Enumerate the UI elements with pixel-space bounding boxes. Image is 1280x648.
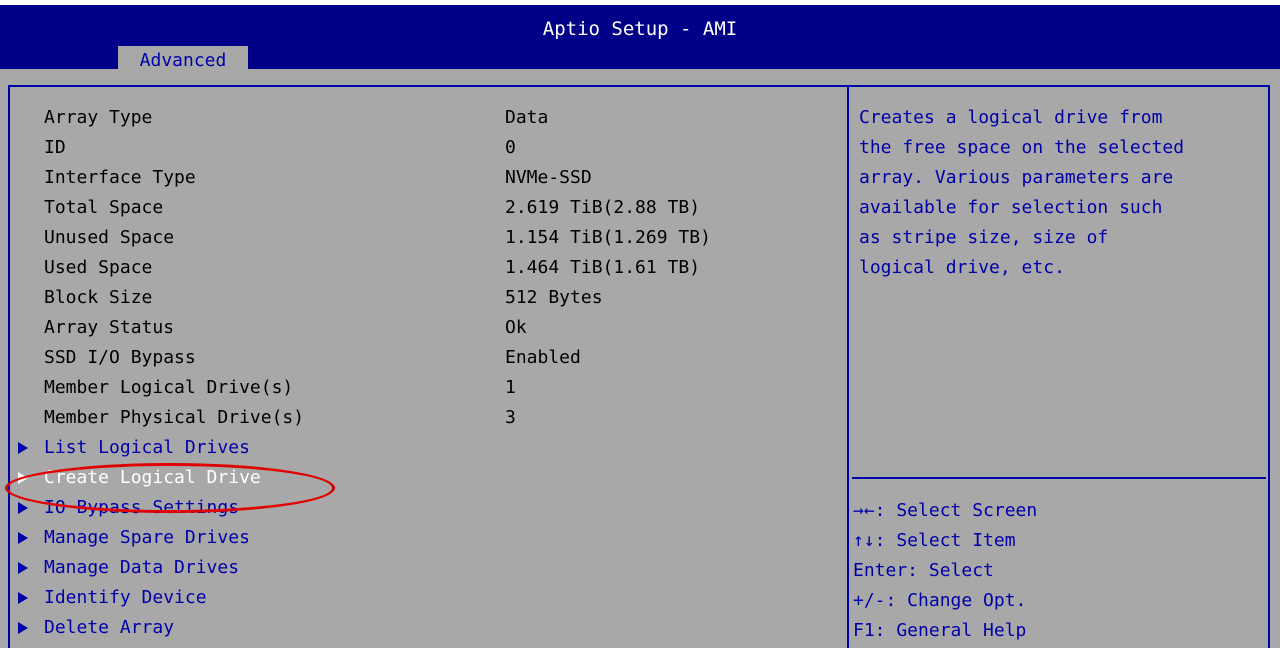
info-label: SSD I/O Bypass <box>44 347 196 368</box>
bios-screen: Aptio Setup - AMI Advanced Array Type Da… <box>0 0 1280 648</box>
panel-divider <box>847 85 849 648</box>
menu-item-label: Delete Array <box>44 617 175 638</box>
info-label: ID <box>44 137 66 158</box>
submenu-arrow-icon <box>18 622 28 634</box>
info-row-ssd-io-bypass: SSD I/O Bypass Enabled <box>0 343 840 373</box>
info-row-member-logical: Member Logical Drive(s) 1 <box>0 373 840 403</box>
info-value: 1.154 TiB(1.269 TB) <box>505 227 711 248</box>
info-row-array-type: Array Type Data <box>0 103 840 133</box>
info-value: 1.464 TiB(1.61 TB) <box>505 257 701 278</box>
submenu-arrow-icon <box>18 562 28 574</box>
info-label: Total Space <box>44 197 164 218</box>
window-title: Aptio Setup - AMI <box>542 18 738 40</box>
submenu-arrow-icon <box>18 592 28 604</box>
menu-item-list-logical-drives[interactable]: List Logical Drives <box>18 433 838 463</box>
annotation-ellipse <box>5 463 335 513</box>
header-bar: Aptio Setup - AMI Advanced <box>0 5 1280 74</box>
info-label: Block Size <box>44 287 153 308</box>
menu-item-label: Manage Spare Drives <box>44 527 250 548</box>
menu-item-label: Identify Device <box>44 587 207 608</box>
info-label: Interface Type <box>44 167 196 188</box>
info-value: Data <box>505 107 549 128</box>
help-text: Creates a logical drive from the free sp… <box>859 107 1185 278</box>
key-hint-change-opt: +/-: Change Opt. <box>853 590 1027 611</box>
info-value: 0 <box>505 137 516 158</box>
info-label: Unused Space <box>44 227 175 248</box>
info-label: Member Logical Drive(s) <box>44 377 294 398</box>
info-value: 512 Bytes <box>505 287 603 308</box>
info-row-unused-space: Unused Space 1.154 TiB(1.269 TB) <box>0 223 840 253</box>
info-row-id: ID 0 <box>0 133 840 163</box>
info-label: Array Type <box>44 107 153 128</box>
info-value: 2.619 TiB(2.88 TB) <box>505 197 701 218</box>
key-hint-select-item: ↑↓: Select Item <box>853 530 1016 551</box>
key-hint-general-help: F1: General Help <box>853 620 1027 641</box>
menu-item-manage-data-drives[interactable]: Manage Data Drives <box>18 553 838 583</box>
info-value: 1 <box>505 377 516 398</box>
menu-item-label: List Logical Drives <box>44 437 250 458</box>
help-divider <box>852 477 1266 479</box>
info-label: Array Status <box>44 317 175 338</box>
menu-item-identify-device[interactable]: Identify Device <box>18 583 838 613</box>
key-hint-enter: Enter: Select <box>853 560 994 581</box>
info-label: Used Space <box>44 257 153 278</box>
submenu-arrow-icon <box>18 502 28 514</box>
info-value: Ok <box>505 317 527 338</box>
info-value: NVMe-SSD <box>505 167 592 188</box>
info-row-used-space: Used Space 1.464 TiB(1.61 TB) <box>0 253 840 283</box>
info-row-array-status: Array Status Ok <box>0 313 840 343</box>
submenu-arrow-icon <box>18 532 28 544</box>
info-value: 3 <box>505 407 516 428</box>
key-hint-select-screen: →←: Select Screen <box>853 500 1038 521</box>
menu-item-label: Manage Data Drives <box>44 557 240 578</box>
submenu-arrow-icon <box>18 442 28 454</box>
info-row-total-space: Total Space 2.619 TiB(2.88 TB) <box>0 193 840 223</box>
info-value: Enabled <box>505 347 581 368</box>
menu-item-manage-spare-drives[interactable]: Manage Spare Drives <box>18 523 838 553</box>
info-row-block-size: Block Size 512 Bytes <box>0 283 840 313</box>
menu-item-delete-array[interactable]: Delete Array <box>18 613 838 643</box>
info-row-interface-type: Interface Type NVMe-SSD <box>0 163 840 193</box>
info-row-member-physical: Member Physical Drive(s) 3 <box>0 403 840 433</box>
main-area: Array Type Data ID 0 Interface Type NVMe… <box>0 69 1280 648</box>
info-label: Member Physical Drive(s) <box>44 407 305 428</box>
